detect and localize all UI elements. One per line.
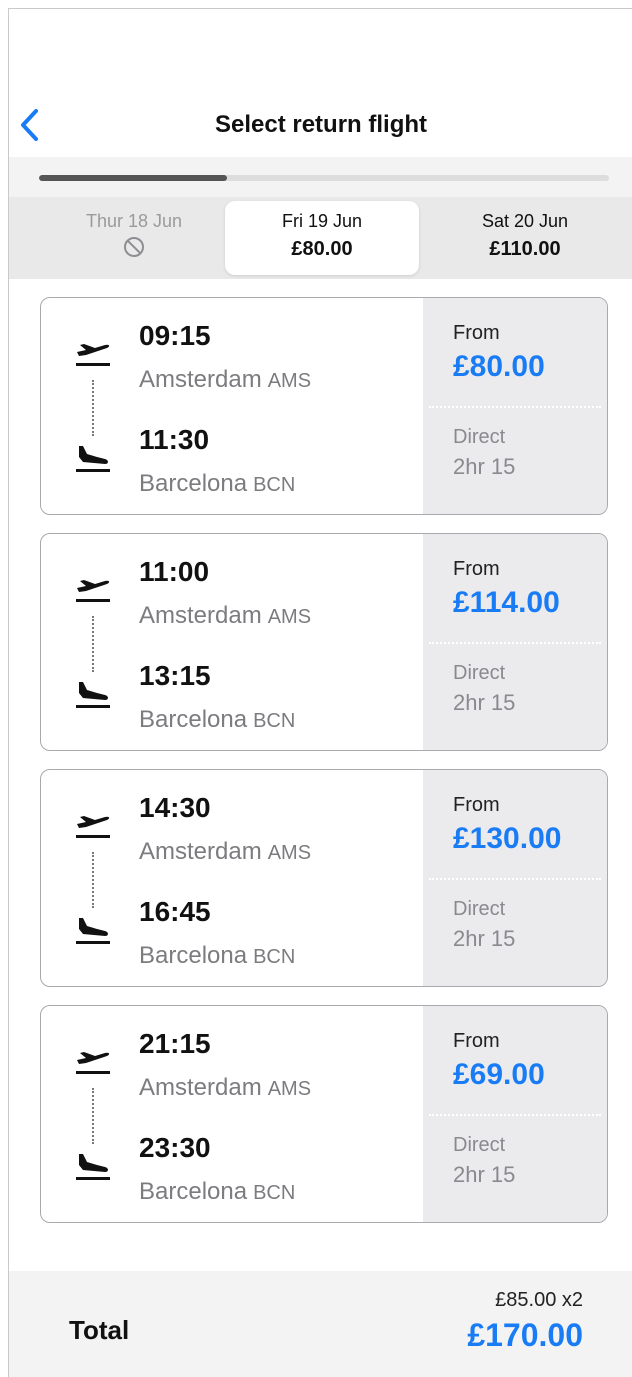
arrival-code: BCN	[253, 710, 296, 732]
from-label: From	[453, 558, 500, 580]
departure-airport: Amsterdam AMS	[139, 366, 311, 394]
arrival-time: 11:30	[139, 424, 210, 455]
plane-takeoff-icon	[76, 816, 110, 838]
departure-city: Amsterdam	[139, 1074, 262, 1101]
total-bar: Total £85.00 x2 £170.00	[9, 1271, 632, 1377]
departure-code: AMS	[267, 606, 312, 628]
arrival-city: Barcelona	[139, 942, 248, 969]
arrival-city: Barcelona	[139, 1178, 248, 1205]
fare-panel: From £69.00 Direct 2hr 15	[423, 1006, 607, 1222]
arrival-city: Barcelona	[139, 470, 248, 497]
flight-card[interactable]: 11:00 Amsterdam AMS 13:15 Barcelona BCN Fr…	[40, 533, 608, 751]
flight-card[interactable]: 21:15 Amsterdam AMS 23:30 Barcelona BCN Fr…	[40, 1005, 608, 1223]
divider	[429, 642, 601, 644]
arrival-airport: Barcelona BCN	[139, 942, 295, 970]
date-tab-sat-20-jun[interactable]: Sat 20 Jun £110.00	[427, 197, 623, 279]
departure-airport: Amsterdam AMS	[139, 602, 311, 630]
from-label: From	[453, 322, 500, 344]
flight-card[interactable]: 14:30 Amsterdam AMS 16:45 Barcelona BCN Fr…	[40, 769, 608, 987]
flight-duration: 2hr 15	[453, 926, 516, 951]
flight-price: £69.00	[453, 1058, 545, 1091]
arrival-code: BCN	[253, 474, 296, 496]
arrival-airport: Barcelona BCN	[139, 706, 295, 734]
from-label: From	[453, 794, 500, 816]
departure-code: AMS	[267, 1078, 312, 1100]
arrival-city: Barcelona	[139, 706, 248, 733]
plane-takeoff-icon	[76, 344, 110, 366]
date-label: Fri 19 Jun	[281, 211, 363, 231]
app-screen: Select return flight Thur 18 Jun Fri 19 …	[8, 8, 632, 1377]
date-price: £110.00	[489, 238, 561, 260]
plane-landing-icon	[76, 682, 110, 708]
stops-label: Direct	[453, 426, 506, 448]
route-connector	[92, 616, 94, 672]
stops-label: Direct	[453, 898, 506, 920]
date-tab-thur-18-jun: Thur 18 Jun	[49, 197, 219, 279]
date-label: Thur 18 Jun	[85, 211, 183, 231]
arrival-airport: Barcelona BCN	[139, 470, 295, 498]
fare-panel: From £80.00 Direct 2hr 15	[423, 298, 607, 514]
departure-city: Amsterdam	[139, 602, 262, 629]
arrival-code: BCN	[253, 946, 296, 968]
plane-landing-icon	[76, 918, 110, 944]
progress-area	[9, 157, 632, 197]
flight-price: £130.00	[453, 822, 562, 855]
departure-city: Amsterdam	[139, 366, 262, 393]
progress-bar	[39, 175, 609, 181]
plane-landing-icon	[76, 446, 110, 472]
plane-takeoff-icon	[76, 580, 110, 602]
stops-label: Direct	[453, 1134, 506, 1156]
departure-time: 11:00	[139, 556, 210, 587]
total-label: Total	[69, 1315, 130, 1345]
departure-time: 21:15	[139, 1028, 211, 1059]
route-connector	[92, 380, 94, 436]
date-price: £80.00	[291, 238, 353, 260]
fare-panel: From £130.00 Direct 2hr 15	[423, 770, 607, 986]
arrival-time: 23:30	[139, 1132, 211, 1163]
departure-airport: Amsterdam AMS	[139, 1074, 311, 1102]
progress-fill	[39, 175, 228, 181]
arrival-time: 16:45	[139, 896, 211, 927]
departure-time: 14:30	[139, 792, 211, 823]
stops-label: Direct	[453, 662, 506, 684]
departure-time: 09:15	[139, 320, 211, 351]
flight-card[interactable]: 09:15 Amsterdam AMS 11:30 Barcelona BCN Fr…	[40, 297, 608, 515]
flight-duration: 2hr 15	[453, 690, 516, 715]
flight-duration: 2hr 15	[453, 454, 516, 479]
fare-panel: From £114.00 Direct 2hr 15	[423, 534, 607, 750]
departure-code: AMS	[267, 370, 312, 392]
route-connector	[92, 1088, 94, 1144]
arrival-time: 13:15	[139, 660, 211, 691]
date-selector: Thur 18 Jun Fri 19 Jun £80.00 Sat 20 Jun…	[9, 197, 632, 279]
total-breakdown: £85.00 x2	[495, 1289, 583, 1311]
total-amount: £170.00	[467, 1317, 583, 1353]
from-label: From	[453, 1030, 500, 1052]
arrival-code: BCN	[253, 1182, 296, 1204]
page-title: Select return flight	[214, 111, 428, 138]
plane-takeoff-icon	[76, 1052, 110, 1074]
flight-duration: 2hr 15	[453, 1162, 516, 1187]
departure-city: Amsterdam	[139, 838, 262, 865]
departure-code: AMS	[267, 842, 312, 864]
departure-airport: Amsterdam AMS	[139, 838, 311, 866]
divider	[429, 1114, 601, 1116]
arrival-airport: Barcelona BCN	[139, 1178, 295, 1206]
plane-landing-icon	[76, 1154, 110, 1180]
date-label: Sat 20 Jun	[481, 211, 569, 231]
header: Select return flight	[9, 89, 632, 157]
flight-price: £80.00	[453, 350, 545, 383]
no-entry-icon	[124, 237, 144, 257]
divider	[429, 406, 601, 408]
route-connector	[92, 852, 94, 908]
divider	[429, 878, 601, 880]
date-tab-fri-19-jun[interactable]: Fri 19 Jun £80.00	[225, 201, 419, 275]
flight-price: £114.00	[453, 586, 560, 619]
